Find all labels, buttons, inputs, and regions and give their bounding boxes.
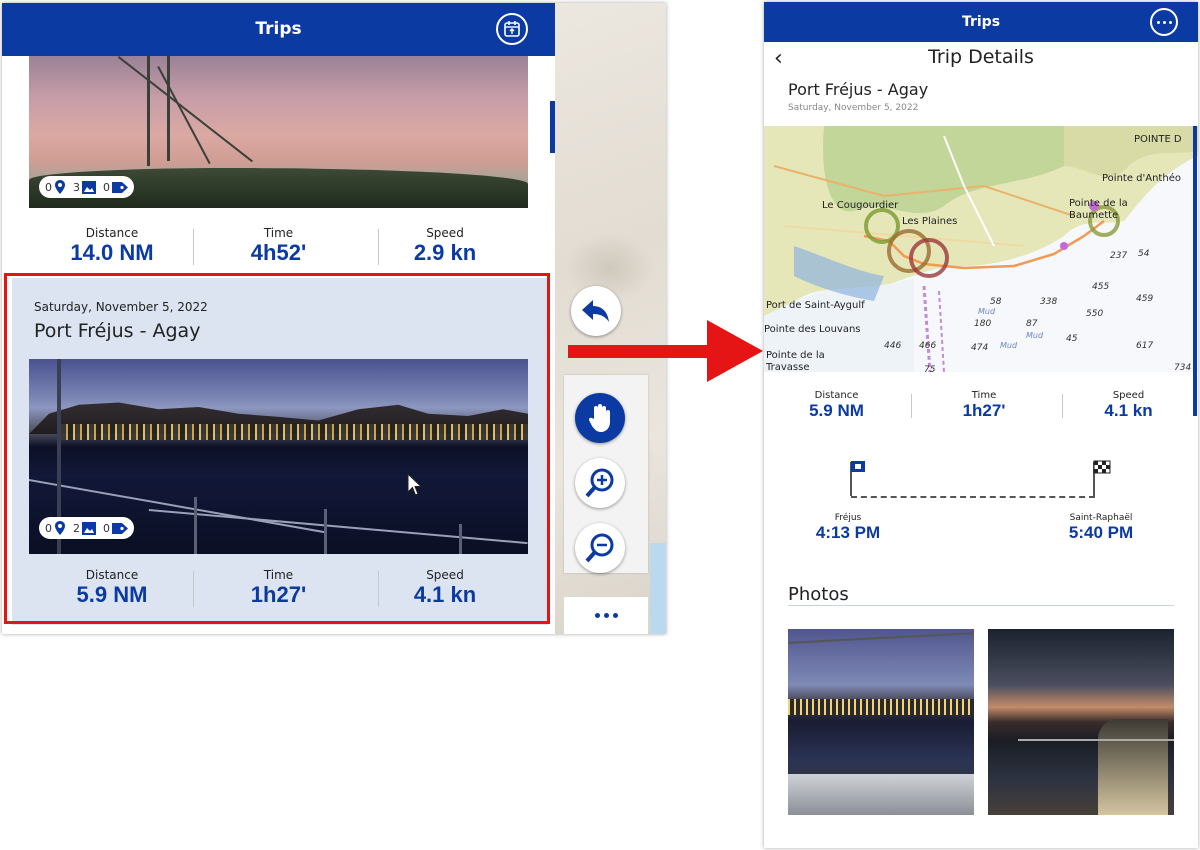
- location-pin-icon: [55, 180, 65, 194]
- svg-text:Pointe de la: Pointe de la: [766, 350, 825, 361]
- svg-text:Baumette: Baumette: [1069, 210, 1118, 221]
- stat-speed: Speed 4.1 kn: [1104, 390, 1153, 420]
- svg-text:POINTE D: POINTE D: [1134, 134, 1182, 145]
- annotation-arrow-head: [707, 320, 763, 382]
- start-place: Fréjus: [834, 513, 862, 523]
- trip-badges: 0 3 0: [39, 176, 134, 198]
- timeline-start: Fréjus 4:13 PM: [788, 513, 908, 543]
- page-title: Trip Details: [928, 46, 1034, 68]
- trip-stats: Distance 5.9 NM Time 1h27' Speed 4.1 kn: [764, 390, 1198, 421]
- svg-text:338: 338: [1040, 297, 1057, 307]
- hand-pan-icon: [588, 404, 610, 432]
- trip-stats: Distance 14.0 NM Time 4h52' Speed 2.9 kn: [29, 226, 528, 266]
- stat-time: Time 1h27': [962, 390, 1006, 420]
- svg-text:Mud: Mud: [1000, 341, 1018, 350]
- svg-text:Port de Saint-Aygulf: Port de Saint-Aygulf: [766, 300, 865, 311]
- svg-text:Pointe de la: Pointe de la: [1069, 198, 1128, 209]
- photo-count: 3: [73, 180, 80, 194]
- photo-thumbnail[interactable]: [788, 629, 974, 815]
- scrollbar-thumb[interactable]: [1193, 126, 1197, 416]
- svg-text:54: 54: [1138, 249, 1150, 259]
- photo-icon: [82, 180, 96, 194]
- back-arrow-icon: [582, 300, 609, 322]
- svg-text:Mud: Mud: [1026, 331, 1044, 340]
- svg-text:237: 237: [1110, 251, 1127, 261]
- end-time: 5:40 PM: [1068, 523, 1134, 542]
- more-dots-icon[interactable]: [1150, 8, 1178, 36]
- trip-route-map[interactable]: 237 54 455 459 550 617 734 338 58 87 180…: [764, 126, 1198, 372]
- stat-distance: Distance 5.9 NM: [809, 390, 864, 420]
- tag-count: 0: [103, 180, 110, 194]
- header-title: Trips: [961, 14, 1001, 30]
- start-time: 4:13 PM: [815, 523, 881, 542]
- back-button[interactable]: [571, 286, 621, 336]
- svg-text:Les Plaines: Les Plaines: [902, 216, 957, 227]
- annotation-arrow: [568, 345, 716, 358]
- svg-text:87: 87: [1026, 319, 1038, 329]
- section-divider: [788, 605, 1174, 606]
- svg-text:550: 550: [1086, 309, 1103, 319]
- stat-distance: Distance 14.0 NM: [70, 226, 154, 265]
- zoom-in-button[interactable]: [575, 458, 625, 508]
- start-flag-icon: [851, 461, 865, 472]
- trip-photo[interactable]: 0 3 0: [29, 56, 528, 208]
- photos-heading: Photos: [788, 584, 849, 605]
- svg-text:459: 459: [1136, 294, 1153, 304]
- svg-text:Pointe des Louvans: Pointe des Louvans: [764, 324, 861, 335]
- timeline-dashed-line: [851, 496, 1095, 498]
- svg-text:466: 466: [919, 341, 936, 351]
- tag-icon: [112, 181, 128, 193]
- svg-text:617: 617: [1136, 341, 1153, 351]
- header-title: Trips: [255, 19, 302, 39]
- trip-title: Port Fréjus - Agay: [788, 80, 929, 99]
- stat-time: Time 4h52': [250, 226, 307, 265]
- trip-date: Saturday, November 5, 2022: [788, 103, 919, 113]
- svg-text:Travasse: Travasse: [765, 362, 810, 372]
- finish-flag-icon: [1093, 460, 1111, 474]
- svg-text:180: 180: [974, 319, 991, 329]
- end-place: Saint-Raphaël: [1069, 513, 1133, 523]
- trip-details-window: Trips ‹ Trip Details Port Fréjus - Agay …: [764, 2, 1198, 848]
- svg-text:Le Cougourdier: Le Cougourdier: [822, 200, 899, 211]
- svg-text:446: 446: [884, 341, 901, 351]
- scrollbar-thumb[interactable]: [550, 101, 555, 153]
- trips-header: Trips: [2, 3, 555, 56]
- trips-header: Trips: [764, 2, 1198, 42]
- zoom-out-icon: [585, 533, 614, 563]
- pan-button[interactable]: [575, 393, 625, 443]
- svg-text:Pointe d'Anthéo: Pointe d'Anthéo: [1102, 172, 1181, 184]
- svg-text:Mud: Mud: [978, 307, 996, 316]
- annotation-highlight-box: [4, 273, 550, 624]
- marker-count: 0: [45, 180, 52, 194]
- more-dots-icon[interactable]: [564, 597, 648, 634]
- zoom-out-button[interactable]: [575, 523, 625, 573]
- svg-text:58: 58: [990, 297, 1002, 307]
- svg-text:734: 734: [1174, 363, 1191, 372]
- svg-text:455: 455: [1092, 282, 1109, 292]
- calendar-export-icon[interactable]: [496, 13, 528, 45]
- svg-text:45: 45: [1066, 334, 1078, 344]
- zoom-in-icon: [585, 468, 614, 498]
- svg-text:474: 474: [971, 343, 988, 353]
- photo-thumbnail[interactable]: [988, 629, 1174, 815]
- stat-speed: Speed 2.9 kn: [413, 226, 477, 265]
- svg-text:75: 75: [924, 365, 936, 372]
- timeline-end: Saint-Raphaël 5:40 PM: [1036, 513, 1166, 543]
